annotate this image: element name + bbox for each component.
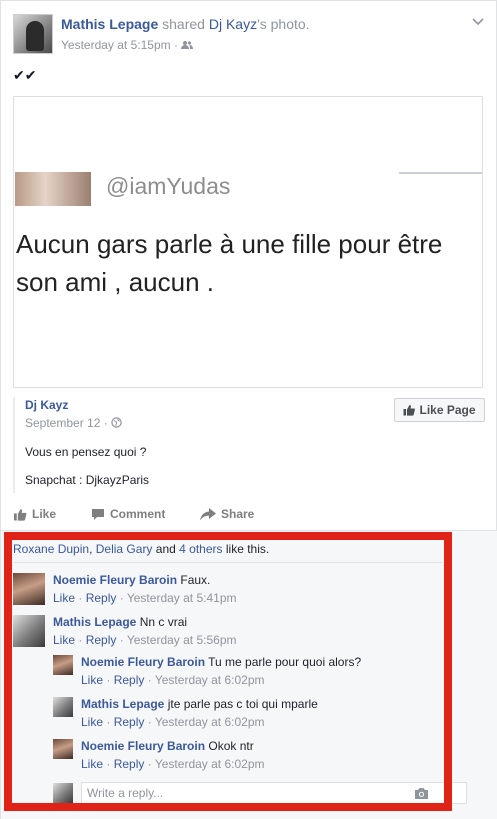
share-icon [200,507,216,520]
shared-photo[interactable]: @iamYudas Aucun gars parle à une fille p… [13,96,483,388]
original-post-text-2: Snapchat : DjkayzParis [25,473,150,487]
thumbs-up-icon [403,405,416,416]
share-action[interactable]: Share [200,507,254,521]
meta-separator: · [173,38,178,52]
story-header: Mathis Lepage shared Dj Kayz's photo. [61,16,310,32]
shared-verb: shared [162,16,205,32]
chevron-down-icon[interactable] [472,15,484,27]
like-action[interactable]: Like [13,507,56,521]
tweet-divider [399,172,482,174]
like-page-label: Like Page [419,403,476,417]
globe-icon [111,417,122,428]
highlight-frame [4,532,452,811]
post-timestamp[interactable]: Yesterday at 5:15pm [61,38,171,52]
story-meta: Yesterday at 5:15pm · [61,38,194,52]
original-date[interactable]: September 12 [25,416,100,430]
original-post-attribution: Dj Kayz September 12 · Vous en pensez qu… [13,397,485,493]
status-text: ✔✔ [13,67,37,83]
original-post-text-1: Vous en pensez quoi ? [25,445,147,459]
meta-separator: · [103,416,108,430]
friends-icon[interactable] [181,40,194,50]
page-name-link[interactable]: Dj Kayz [25,398,68,412]
source-suffix: 's photo. [257,16,310,32]
share-action-label: Share [221,507,255,521]
feed-story: Mathis Lepage shared Dj Kayz's photo. Ye… [0,0,497,819]
tweet-handle: @iamYudas [106,173,231,199]
like-action-label: Like [32,507,57,521]
original-post-date: September 12 · [25,416,122,430]
thumbs-up-icon [14,508,27,521]
tweet-avatar-image [15,172,91,206]
comment-action-label: Comment [110,507,166,521]
author-name-link[interactable]: Mathis Lepage [61,16,158,32]
like-page-button[interactable]: Like Page [394,398,485,422]
author-avatar[interactable] [13,14,53,54]
comment-action[interactable]: Comment [91,507,165,521]
tweet-text: Aucun gars parle à une fille pour être s… [16,229,443,297]
comment-icon [92,508,104,520]
source-owner-link[interactable]: Dj Kayz [209,16,257,32]
